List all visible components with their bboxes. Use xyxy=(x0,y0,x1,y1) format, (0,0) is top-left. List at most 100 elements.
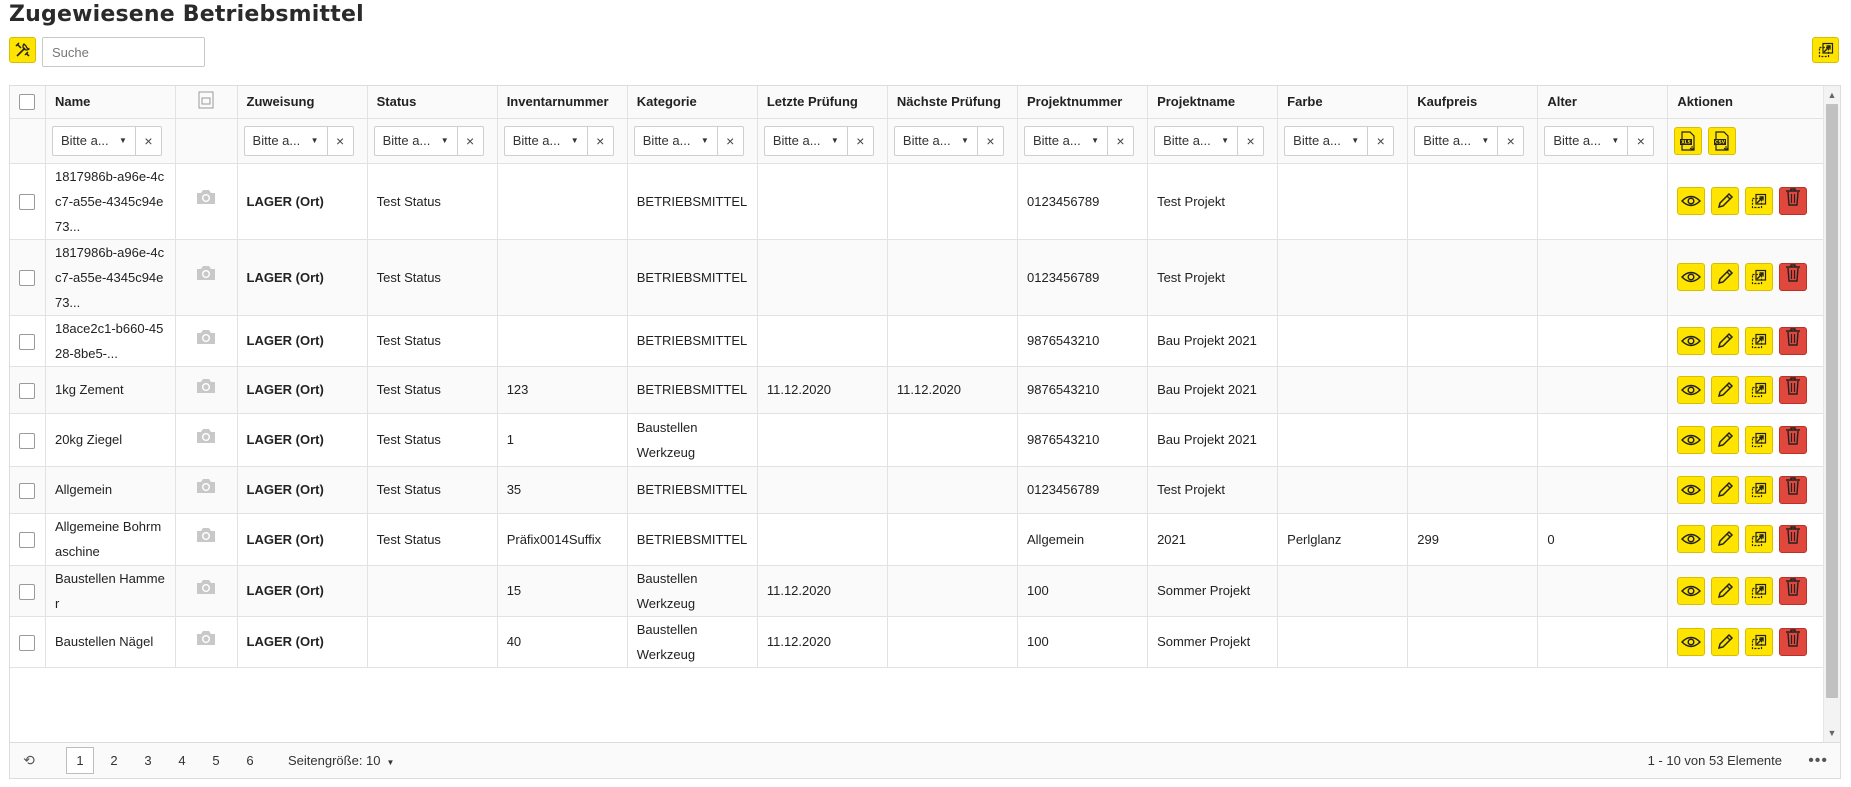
edit-button[interactable] xyxy=(1711,187,1740,215)
edit-button[interactable] xyxy=(1711,375,1740,404)
filter-dropdown-projektnummer[interactable]: Bitte a... ▼ xyxy=(1024,125,1107,156)
filter-clear-projektname[interactable]: × xyxy=(1237,125,1265,156)
excel-export-button[interactable]: XLS xyxy=(1674,126,1703,155)
export-row-button[interactable] xyxy=(1745,263,1774,291)
export-row-button[interactable] xyxy=(1745,425,1774,454)
view-button[interactable] xyxy=(1677,187,1706,215)
delete-button[interactable] xyxy=(1779,263,1808,291)
edit-button[interactable] xyxy=(1711,475,1740,504)
page-button-2[interactable]: 2 xyxy=(100,747,128,774)
filter-clear-status[interactable]: × xyxy=(456,125,484,156)
scroll-down-arrow[interactable]: ▼ xyxy=(1824,724,1840,742)
row-checkbox[interactable] xyxy=(19,432,36,449)
view-button[interactable] xyxy=(1677,627,1706,656)
row-checkbox[interactable] xyxy=(19,194,36,211)
column-header-zuweisung[interactable]: Zuweisung xyxy=(237,86,368,119)
view-button[interactable] xyxy=(1677,475,1706,504)
filter-clear-letzte-pruefung[interactable]: × xyxy=(846,125,874,156)
column-header-projektname[interactable]: Projektname xyxy=(1147,86,1279,119)
filter-clear-naechste-pruefung[interactable]: × xyxy=(976,125,1004,156)
column-header-name[interactable]: Name xyxy=(45,86,177,119)
table-row[interactable]: Allgemein LAGER (Ort) Test Status 35 BETRIEB… xyxy=(10,466,1823,514)
filter-dropdown-naechste-pruefung[interactable]: Bitte a... ▼ xyxy=(893,125,977,156)
export-row-button[interactable] xyxy=(1745,326,1774,355)
column-header-kaufpreis[interactable]: Kaufpreis xyxy=(1407,86,1539,119)
export-row-button[interactable] xyxy=(1745,375,1774,404)
view-button[interactable] xyxy=(1677,576,1706,605)
view-button[interactable] xyxy=(1677,326,1706,355)
delete-button[interactable] xyxy=(1779,375,1808,404)
column-header-kategorie[interactable]: Kategorie xyxy=(627,86,758,119)
tools-button[interactable] xyxy=(9,37,36,63)
column-header-status[interactable]: Status xyxy=(367,86,498,119)
view-button[interactable] xyxy=(1677,425,1706,454)
filter-dropdown-letzte-pruefung[interactable]: Bitte a... ▼ xyxy=(763,125,847,156)
more-options-icon[interactable]: ••• xyxy=(1808,752,1828,770)
filter-dropdown-zuweisung[interactable]: Bitte a... ▼ xyxy=(243,125,327,156)
edit-button[interactable] xyxy=(1711,263,1740,291)
row-checkbox[interactable] xyxy=(19,382,36,399)
edit-button[interactable] xyxy=(1711,425,1740,454)
page-size-select[interactable]: Seitengröße: 10 ▼ xyxy=(288,753,394,768)
table-row[interactable]: 1kg Zement LAGER (Ort) Test Status 123 BETRI… xyxy=(10,366,1823,414)
page-button-3[interactable]: 3 xyxy=(134,747,162,774)
table-row[interactable]: 18ace2c1-b660-4528-8be5-... LAGER (Ort) Te… xyxy=(10,315,1823,367)
export-row-button[interactable] xyxy=(1745,576,1774,605)
refresh-icon[interactable]: ⟲ xyxy=(14,752,44,769)
vertical-scrollbar[interactable]: ▲ ▼ xyxy=(1823,86,1840,742)
filter-clear-projektnummer[interactable]: × xyxy=(1107,125,1134,156)
filter-clear-farbe[interactable]: × xyxy=(1367,125,1395,156)
row-checkbox[interactable] xyxy=(19,583,36,600)
table-row[interactable]: 1817986b-a96e-4cc7-a55e-4345c94e73... LAG… xyxy=(10,239,1823,316)
delete-button[interactable] xyxy=(1779,627,1808,656)
column-header-naechste-pruefung[interactable]: Nächste Prüfung xyxy=(887,86,1019,119)
view-button[interactable] xyxy=(1677,263,1706,291)
page-button-4[interactable]: 4 xyxy=(168,747,196,774)
filter-clear-kaufpreis[interactable]: × xyxy=(1497,125,1525,156)
edit-button[interactable] xyxy=(1711,627,1740,656)
export-button[interactable] xyxy=(1812,37,1839,63)
column-header-letzte-pruefung[interactable]: Letzte Prüfung xyxy=(757,86,888,119)
filter-dropdown-kaufpreis[interactable]: Bitte a... ▼ xyxy=(1414,125,1498,156)
filter-clear-zuweisung[interactable]: × xyxy=(326,125,354,156)
row-checkbox[interactable] xyxy=(19,482,36,499)
row-checkbox[interactable] xyxy=(19,270,36,287)
page-button-5[interactable]: 5 xyxy=(202,747,230,774)
table-row[interactable]: Baustellen Hammer LAGER (Ort) 15 Baustellen… xyxy=(10,565,1823,617)
table-row[interactable]: Baustellen Nägel LAGER (Ort) 40 Baustellen … xyxy=(10,616,1823,668)
edit-button[interactable] xyxy=(1711,326,1740,355)
table-row[interactable]: Allgemeine Bohrmaschine LAGER (Ort) Test S… xyxy=(10,513,1823,566)
filter-dropdown-name[interactable]: Bitte a... ▼ xyxy=(51,125,135,156)
page-button-6[interactable]: 6 xyxy=(236,747,264,774)
filter-dropdown-inventarnummer[interactable]: Bitte a... ▼ xyxy=(503,125,587,156)
export-row-button[interactable] xyxy=(1745,525,1774,553)
column-header-farbe[interactable]: Farbe xyxy=(1277,86,1409,119)
search-input[interactable] xyxy=(42,37,205,67)
filter-dropdown-farbe[interactable]: Bitte a... ▼ xyxy=(1284,125,1368,156)
filter-dropdown-status[interactable]: Bitte a... ▼ xyxy=(373,125,457,156)
table-row[interactable]: 20kg Ziegel LAGER (Ort) Test Status 1 Bauste… xyxy=(10,413,1823,467)
edit-button[interactable] xyxy=(1711,525,1740,553)
view-button[interactable] xyxy=(1677,525,1706,553)
delete-button[interactable] xyxy=(1779,425,1808,454)
csv-export-button[interactable]: CSV xyxy=(1708,126,1737,155)
row-checkbox[interactable] xyxy=(19,532,36,549)
scroll-up-arrow[interactable]: ▲ xyxy=(1824,86,1840,104)
delete-button[interactable] xyxy=(1779,525,1808,553)
export-row-button[interactable] xyxy=(1745,627,1774,656)
column-header-inventarnummer[interactable]: Inventarnummer xyxy=(497,86,628,119)
export-row-button[interactable] xyxy=(1745,187,1774,215)
view-button[interactable] xyxy=(1677,375,1706,404)
filter-dropdown-kategorie[interactable]: Bitte a... ▼ xyxy=(633,125,717,156)
delete-button[interactable] xyxy=(1779,475,1808,504)
select-all-checkbox[interactable] xyxy=(19,94,36,111)
column-header-projektnummer[interactable]: Projektnummer xyxy=(1017,86,1149,119)
filter-clear-kategorie[interactable]: × xyxy=(716,125,744,156)
delete-button[interactable] xyxy=(1779,576,1808,605)
delete-button[interactable] xyxy=(1779,187,1808,215)
delete-button[interactable] xyxy=(1779,326,1808,355)
table-row[interactable]: 1817986b-a96e-4cc7-a55e-4345c94e73... LAG… xyxy=(10,163,1823,240)
row-checkbox[interactable] xyxy=(19,634,36,651)
filter-dropdown-alter[interactable]: Bitte a... ▼ xyxy=(1544,125,1628,156)
filter-clear-inventarnummer[interactable]: × xyxy=(586,125,614,156)
